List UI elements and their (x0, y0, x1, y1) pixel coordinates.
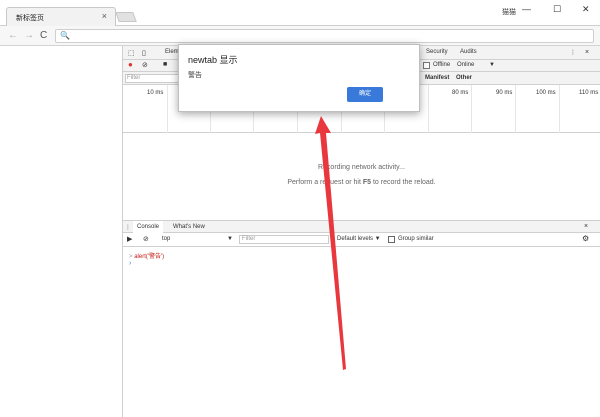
filter-manifest[interactable]: Manifest (425, 75, 449, 81)
tab-whats-new[interactable]: What's New (173, 224, 205, 230)
maximize-icon[interactable]: ☐ (553, 4, 561, 15)
tick-label: 80 ms (452, 90, 469, 96)
drawer-menu-icon[interactable]: ⋮ (125, 224, 131, 231)
devtools-menu-icon[interactable]: ⋮ (570, 49, 576, 56)
throttle-select[interactable]: Online (457, 62, 474, 68)
chevron-down-icon[interactable]: ▼ (489, 62, 495, 68)
grid-line (428, 85, 429, 133)
context-select[interactable]: top (162, 236, 170, 242)
devtools-close-icon[interactable]: × (585, 49, 589, 56)
offline-checkbox[interactable] (423, 62, 430, 69)
tab-new-tab[interactable]: 新标签页 × (6, 7, 116, 26)
console-log-line: > alert('警告') (129, 251, 164, 260)
dialog-title: newtab 显示 (188, 55, 238, 65)
sidebar-toggle-icon[interactable]: ▶ (127, 235, 132, 243)
tab-strip: 新标签页 × 猫猫 — ☐ ✕ (0, 0, 600, 26)
recording-status: Recording network activity... (317, 164, 405, 171)
dialog-message: 警告 (188, 72, 202, 79)
inspect-icon[interactable]: ⬚ (128, 49, 135, 57)
drawer-tabs: ⋮ Console What's New × (123, 220, 600, 235)
recording-hint-suffix: to record the reload. (372, 179, 436, 186)
camera-icon[interactable]: ■ (163, 61, 167, 68)
grid-line (515, 85, 516, 133)
recording-hint: Perform a request or hit F5 to record th… (123, 179, 600, 186)
grid-line (471, 85, 472, 133)
grid-line (559, 85, 560, 133)
tab-audits[interactable]: Audits (460, 49, 477, 55)
group-similar-checkbox[interactable] (388, 236, 395, 243)
profile-name[interactable]: 猫猫 (502, 7, 516, 17)
clear-icon[interactable]: ⊘ (142, 61, 148, 69)
filter-other[interactable]: Other (456, 75, 472, 81)
console-filter-placeholder: Filter (242, 236, 256, 242)
filter-input[interactable]: Filter (125, 74, 180, 83)
filter-placeholder: Filter (127, 75, 141, 81)
offline-label: Offline (433, 62, 451, 68)
page-content (0, 46, 123, 417)
context-chevron-icon[interactable]: ▼ (227, 236, 233, 242)
drawer-close-icon[interactable]: × (584, 223, 588, 230)
tick-label: 110 ms (579, 90, 599, 96)
tab-security[interactable]: Security (426, 49, 448, 55)
device-icon[interactable]: ▯ (142, 49, 146, 57)
console-prompt-icon[interactable]: › (129, 260, 131, 267)
close-window-icon[interactable]: ✕ (582, 4, 590, 15)
minimize-icon[interactable]: — (522, 4, 531, 14)
tab-close-icon[interactable]: × (102, 11, 107, 21)
console-command: alert('警告') (134, 254, 165, 260)
new-tab-button[interactable] (115, 12, 137, 22)
console-filter-input[interactable]: Filter (239, 235, 329, 244)
group-similar-label: Group similar (398, 236, 434, 242)
record-icon[interactable]: ● (128, 60, 133, 69)
console-toolbar: ▶ ⊘ top ▼ Filter Default levels ▼ Group … (123, 233, 600, 247)
reload-icon[interactable]: C (40, 30, 47, 41)
tab-title: 新标签页 (16, 15, 44, 22)
recording-hint-prefix: Perform a request or hit (287, 179, 361, 186)
omnibox-input[interactable]: 🔍 (55, 29, 594, 43)
back-icon[interactable]: ← (8, 30, 18, 41)
tick-label: 100 ms (536, 90, 556, 96)
tab-elements[interactable]: Elem (165, 49, 179, 55)
tick-label: 90 ms (496, 90, 513, 96)
address-bar: ← → C 🔍 (0, 26, 600, 46)
grid-line (167, 85, 168, 133)
clear-console-icon[interactable]: ⊘ (143, 235, 149, 243)
search-icon: 🔍 (60, 31, 70, 40)
ok-button[interactable]: 确定 (347, 87, 383, 102)
forward-icon[interactable]: → (24, 30, 34, 41)
alert-dialog: newtab 显示 警告 确定 (178, 44, 420, 112)
levels-select[interactable]: Default levels ▼ (337, 236, 381, 242)
tick-label: 10 ms (147, 90, 164, 96)
recording-hint-key: F5 (362, 179, 372, 186)
gear-icon[interactable]: ⚙ (582, 234, 589, 243)
